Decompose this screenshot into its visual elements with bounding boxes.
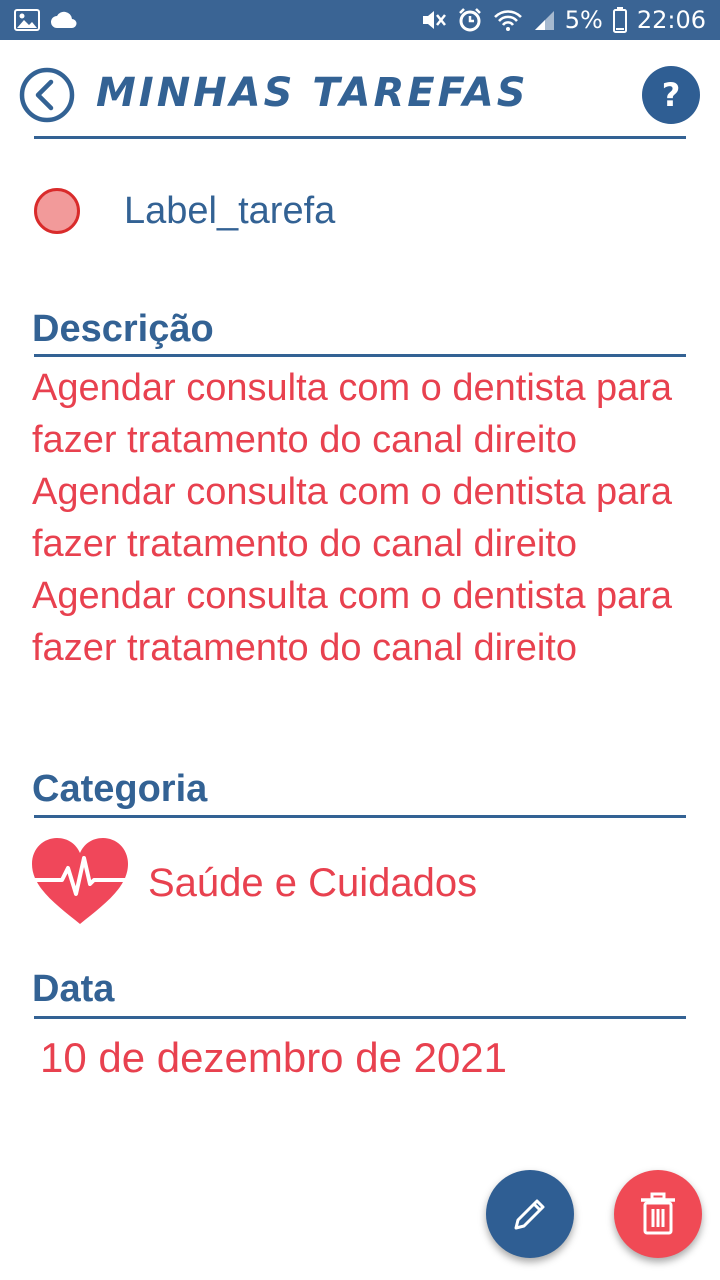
delete-button[interactable] — [614, 1170, 702, 1258]
page-title: MINHAS TAREFAS — [96, 70, 529, 116]
status-dot-icon — [34, 188, 80, 234]
category-heading: Categoria — [32, 768, 208, 810]
mute-icon — [421, 8, 447, 32]
question-icon: ? — [661, 76, 681, 114]
signal-icon — [533, 9, 555, 31]
cloud-icon — [50, 11, 78, 29]
app-header: MINHAS TAREFAS ? — [0, 40, 720, 140]
help-button[interactable]: ? — [642, 66, 700, 124]
heart-pulse-icon — [28, 836, 132, 931]
date-value: 10 de dezembro de 2021 — [40, 1034, 508, 1081]
status-right: 5% 22:06 — [421, 6, 706, 34]
category-row: Saúde e Cuidados — [28, 836, 477, 931]
battery-percent: 5% — [564, 6, 603, 34]
back-button[interactable] — [18, 66, 76, 124]
status-bar: 5% 22:06 — [0, 0, 720, 40]
date-heading: Data — [32, 968, 115, 1010]
wifi-icon — [493, 8, 523, 32]
status-left — [14, 9, 78, 31]
battery-icon — [612, 7, 627, 33]
category-label: Saúde e Cuidados — [148, 861, 478, 905]
description-text: Agendar consulta com o dentista para faz… — [32, 367, 673, 669]
category-divider — [34, 815, 686, 818]
task-row: Label_tarefa — [34, 186, 335, 236]
edit-button[interactable] — [486, 1170, 574, 1258]
image-icon — [14, 9, 40, 31]
trash-icon — [641, 1192, 675, 1235]
description-heading: Descrição — [32, 308, 214, 350]
chevron-left-icon — [19, 67, 75, 123]
clock: 22:06 — [636, 6, 706, 34]
pencil-icon — [514, 1199, 545, 1230]
description-divider — [34, 354, 686, 357]
task-label: Label_tarefa — [124, 189, 336, 232]
alarm-icon — [457, 7, 483, 33]
header-divider — [34, 136, 686, 139]
date-divider — [34, 1016, 686, 1019]
